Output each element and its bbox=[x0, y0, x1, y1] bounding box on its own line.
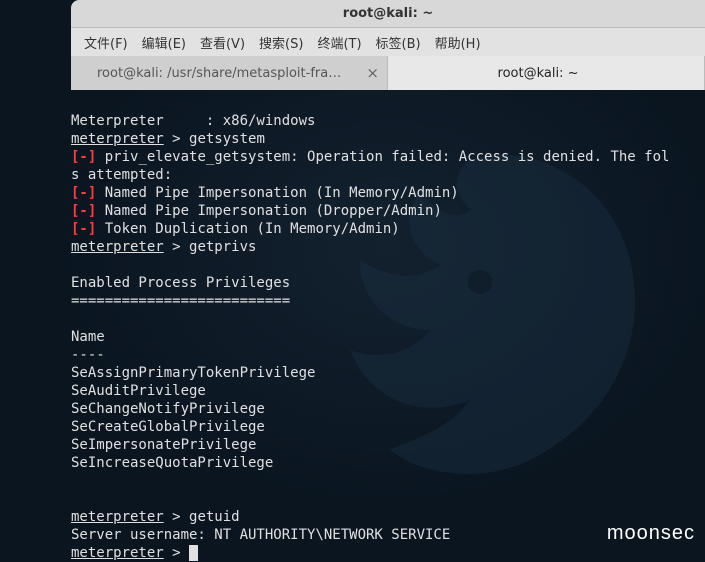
prompt-sep: > bbox=[164, 545, 189, 561]
tab-root-home[interactable]: root@kali: ~ bbox=[388, 56, 705, 90]
menu-terminal[interactable]: 终端(T) bbox=[310, 29, 368, 56]
privs-header: Enabled Process Privileges bbox=[71, 275, 290, 291]
line: Meterpreter : x86/windows bbox=[71, 113, 315, 129]
err-tag: [-] bbox=[71, 221, 96, 237]
col-name: Name bbox=[71, 329, 105, 345]
err-tag: [-] bbox=[71, 185, 96, 201]
tab-label: root@kali: /usr/share/metasploit-frame… bbox=[89, 66, 369, 81]
cmd-getuid: getuid bbox=[189, 509, 240, 525]
menu-help[interactable]: 帮助(H) bbox=[428, 29, 488, 56]
menu-view[interactable]: 查看(V) bbox=[193, 29, 252, 56]
prompt-sep: > bbox=[164, 131, 189, 147]
privilege: SeChangeNotifyPrivilege bbox=[71, 401, 265, 417]
menu-edit[interactable]: 编辑(E) bbox=[135, 29, 193, 56]
meterpreter-prompt: meterpreter bbox=[71, 545, 164, 561]
line: Named Pipe Impersonation (In Memory/Admi… bbox=[96, 185, 458, 201]
terminal-output[interactable]: Meterpreter : x86/windows meterpreter > … bbox=[71, 90, 705, 562]
privilege: SeImpersonatePrivilege bbox=[71, 437, 256, 453]
watermark: moonsec bbox=[607, 522, 695, 545]
tabbar: root@kali: /usr/share/metasploit-frame… … bbox=[71, 56, 705, 90]
privs-underline: ========================== bbox=[71, 293, 290, 309]
line: priv_elevate_getsystem: Operation failed… bbox=[96, 149, 669, 165]
col-underline: ---- bbox=[71, 347, 105, 363]
window-title: root@kali: ~ bbox=[343, 6, 433, 21]
privilege: SeAssignPrimaryTokenPrivilege bbox=[71, 365, 315, 381]
menu-tabs[interactable]: 标签(B) bbox=[369, 29, 428, 56]
err-tag: [-] bbox=[71, 149, 96, 165]
meterpreter-prompt: meterpreter bbox=[71, 131, 164, 147]
tab-label: root@kali: ~ bbox=[490, 66, 603, 81]
prompt-sep: > bbox=[164, 239, 189, 255]
prompt-sep: > bbox=[164, 509, 189, 525]
cmd-getsystem: getsystem bbox=[189, 131, 265, 147]
privilege: SeIncreaseQuotaPrivilege bbox=[71, 455, 273, 471]
menubar: 文件(F) 编辑(E) 查看(V) 搜索(S) 终端(T) 标签(B) 帮助(H… bbox=[71, 28, 705, 56]
close-icon[interactable]: × bbox=[366, 64, 379, 82]
tab-metasploit[interactable]: root@kali: /usr/share/metasploit-frame… … bbox=[71, 56, 388, 90]
line: Token Duplication (In Memory/Admin) bbox=[96, 221, 399, 237]
window-titlebar[interactable]: root@kali: ~ bbox=[71, 0, 705, 28]
menu-file[interactable]: 文件(F) bbox=[77, 29, 135, 56]
line: Named Pipe Impersonation (Dropper/Admin) bbox=[96, 203, 442, 219]
menu-search[interactable]: 搜索(S) bbox=[252, 29, 310, 56]
terminal-cursor[interactable] bbox=[189, 545, 198, 561]
privilege: SeAuditPrivilege bbox=[71, 383, 206, 399]
getuid-output: Server username: NT AUTHORITY\NETWORK SE… bbox=[71, 527, 450, 543]
meterpreter-prompt: meterpreter bbox=[71, 239, 164, 255]
line: s attempted: bbox=[71, 167, 172, 183]
cmd-getprivs: getprivs bbox=[189, 239, 256, 255]
privilege: SeCreateGlobalPrivilege bbox=[71, 419, 265, 435]
err-tag: [-] bbox=[71, 203, 96, 219]
meterpreter-prompt: meterpreter bbox=[71, 509, 164, 525]
